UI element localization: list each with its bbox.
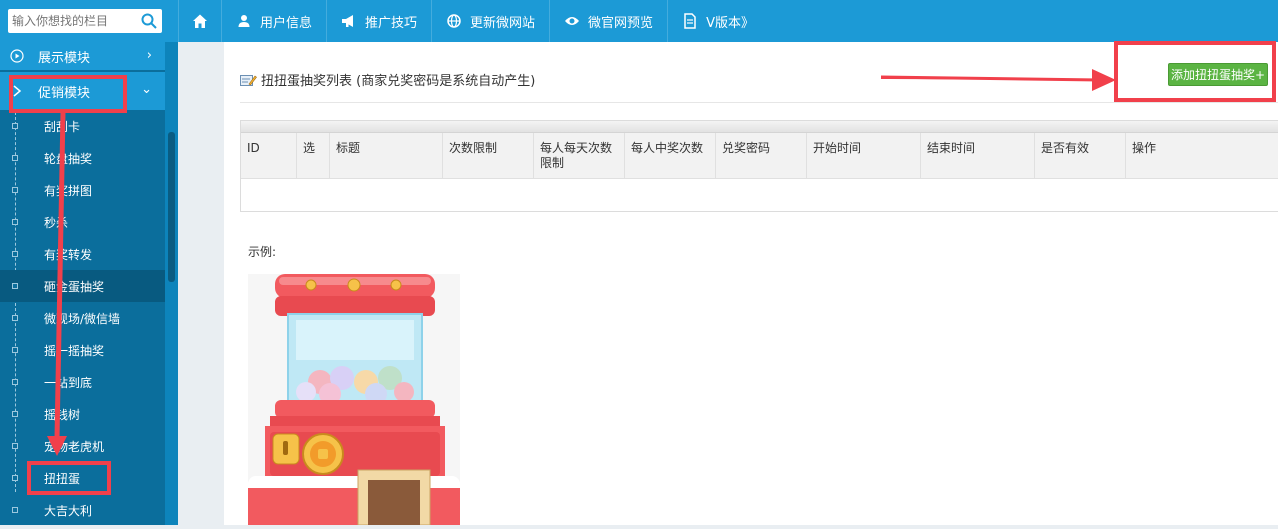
sidebar-item-label: 摇一摇抽奖 xyxy=(44,343,105,358)
gashapon-table: ID 选 标题 次数限制 每人每天次数限制 每人中奖次数 兑奖密码 开始时间 结… xyxy=(240,120,1278,212)
globe-icon xyxy=(446,13,462,29)
tree-node-icon xyxy=(12,187,18,193)
sidebar-item-golden-egg[interactable]: 砸金蛋抽奖 xyxy=(0,270,178,302)
highlight-box-gashapon xyxy=(27,461,111,495)
chevron-down-icon: ⌄ xyxy=(141,82,152,97)
highlight-box-add-button xyxy=(1114,41,1276,102)
page-title: 扭扭蛋抽奖列表 (商家兑奖密码是系统自动产生) xyxy=(240,70,535,89)
sidebar-item-scratch-card[interactable]: 刮刮卡 xyxy=(0,110,178,142)
nav-promotion-tips[interactable]: 推广技巧 xyxy=(326,0,431,42)
sidebar-item-puzzle[interactable]: 有奖拼图 xyxy=(0,174,178,206)
search-input[interactable] xyxy=(8,10,136,32)
tree-node-icon xyxy=(12,315,18,321)
sidebar-item-label: 宠物老虎机 xyxy=(44,439,105,454)
sidebar-item-label: 微现场/微信墙 xyxy=(44,311,121,326)
nav-version-label: V版本》 xyxy=(706,15,754,31)
sidebar-item-quiz[interactable]: 一站到底 xyxy=(0,366,178,398)
sidebar-item-label: 一站到底 xyxy=(44,375,93,390)
user-icon xyxy=(236,13,252,29)
tree-node-icon xyxy=(12,443,18,449)
chevron-right-icon: › xyxy=(146,48,152,63)
column-daily-limit: 每人每天次数限制 xyxy=(534,133,625,178)
nav-user-info[interactable]: 用户信息 xyxy=(221,0,326,42)
tree-node-icon xyxy=(12,475,18,481)
nav-promotion-tips-label: 推广技巧 xyxy=(365,15,418,31)
column-start-time: 开始时间 xyxy=(807,133,921,178)
tree-node-icon xyxy=(12,411,18,417)
sidebar-item-share-reward[interactable]: 有奖转发 xyxy=(0,238,178,270)
column-select: 选 xyxy=(297,133,330,178)
column-title: 标题 xyxy=(330,133,443,178)
sidebar-item-label: 秒杀 xyxy=(44,215,69,230)
sidebar-item-good-luck[interactable]: 大吉大利 xyxy=(0,494,178,526)
tree-node-icon xyxy=(12,251,18,257)
sidebar-scrollbar[interactable] xyxy=(165,42,178,525)
page-title-text: 扭扭蛋抽奖列表 (商家兑奖密码是系统自动产生) xyxy=(261,74,536,89)
search-field xyxy=(8,9,162,33)
nav-version[interactable]: V版本》 xyxy=(667,0,768,42)
play-circle-icon xyxy=(10,49,24,63)
nav-home[interactable] xyxy=(178,0,221,42)
sidebar-item-label: 有奖转发 xyxy=(44,247,93,262)
column-actions: 操作 xyxy=(1132,141,1157,155)
column-limit: 次数限制 xyxy=(443,133,534,178)
edit-icon xyxy=(240,73,257,87)
divider xyxy=(240,102,1278,103)
sidebar-item-wechat-wall[interactable]: 微现场/微信墙 xyxy=(0,302,178,334)
highlight-box-promotion xyxy=(9,75,127,113)
tree-node-icon xyxy=(12,155,18,161)
top-nav: 用户信息 推广技巧 更新微网站 微官网预览 V版本》 xyxy=(178,0,768,42)
tree-node-icon xyxy=(12,123,18,129)
example-label: 示例: xyxy=(248,245,277,259)
search-area xyxy=(0,0,178,42)
tree-node-icon xyxy=(12,507,18,513)
sidebar-item-flash-sale[interactable]: 秒杀 xyxy=(0,206,178,238)
column-valid: 是否有效 xyxy=(1035,133,1126,178)
column-win-count: 每人中奖次数 xyxy=(625,133,716,178)
tree-node-icon xyxy=(12,379,18,385)
sidebar-scroll-thumb[interactable] xyxy=(168,132,175,282)
sidebar-item-label: 砸金蛋抽奖 xyxy=(44,279,105,294)
tree-node-icon xyxy=(12,283,18,289)
tree-node-icon xyxy=(12,219,18,225)
tree-node-icon xyxy=(12,347,18,353)
main-content: 扭扭蛋抽奖列表 (商家兑奖密码是系统自动产生) 添加扭扭蛋抽奖+ ID 选 标题… xyxy=(224,42,1278,526)
search-icon[interactable] xyxy=(140,12,158,30)
sidebar-item-money-tree[interactable]: 摇钱树 xyxy=(0,398,178,430)
gashapon-machine-image xyxy=(248,274,460,526)
sidebar-item-label: 轮盘抽奖 xyxy=(44,151,93,166)
top-navbar: 用户信息 推广技巧 更新微网站 微官网预览 V版本》 xyxy=(0,0,1278,42)
column-end-time: 结束时间 xyxy=(921,133,1035,178)
column-redeem-password: 兑奖密码 xyxy=(716,133,807,178)
column-id: ID xyxy=(241,133,297,178)
sidebar-item-label: 摇钱树 xyxy=(44,407,81,422)
sidebar-item-label: 大吉大利 xyxy=(44,503,93,518)
megaphone-icon xyxy=(341,13,357,29)
table-toolbar xyxy=(241,121,1278,133)
document-icon xyxy=(682,13,698,29)
sidebar-item-shake-lottery[interactable]: 摇一摇抽奖 xyxy=(0,334,178,366)
nav-site-preview-label: 微官网预览 xyxy=(588,15,654,31)
sidebar: 展示模块 › 促销模块 ⌄ 刮刮卡 轮盘抽奖 有奖拼图 秒杀 有奖转发 砸金蛋抽… xyxy=(0,42,178,525)
nav-update-site[interactable]: 更新微网站 xyxy=(431,0,549,42)
eye-icon xyxy=(564,13,580,29)
sidebar-item-label: 有奖拼图 xyxy=(44,183,93,198)
nav-site-preview[interactable]: 微官网预览 xyxy=(549,0,667,42)
sidebar-section-display[interactable]: 展示模块 › xyxy=(0,42,178,70)
sidebar-section-display-label: 展示模块 xyxy=(38,50,91,66)
sidebar-item-wheel-lottery[interactable]: 轮盘抽奖 xyxy=(0,142,178,174)
home-icon xyxy=(192,13,208,29)
nav-user-info-label: 用户信息 xyxy=(260,15,313,31)
sidebar-item-label: 刮刮卡 xyxy=(44,119,81,134)
sidebar-item-slot-machine[interactable]: 宠物老虎机 xyxy=(0,430,178,462)
nav-update-site-label: 更新微网站 xyxy=(470,15,536,31)
table-header: ID 选 标题 次数限制 每人每天次数限制 每人中奖次数 兑奖密码 开始时间 结… xyxy=(241,133,1278,179)
